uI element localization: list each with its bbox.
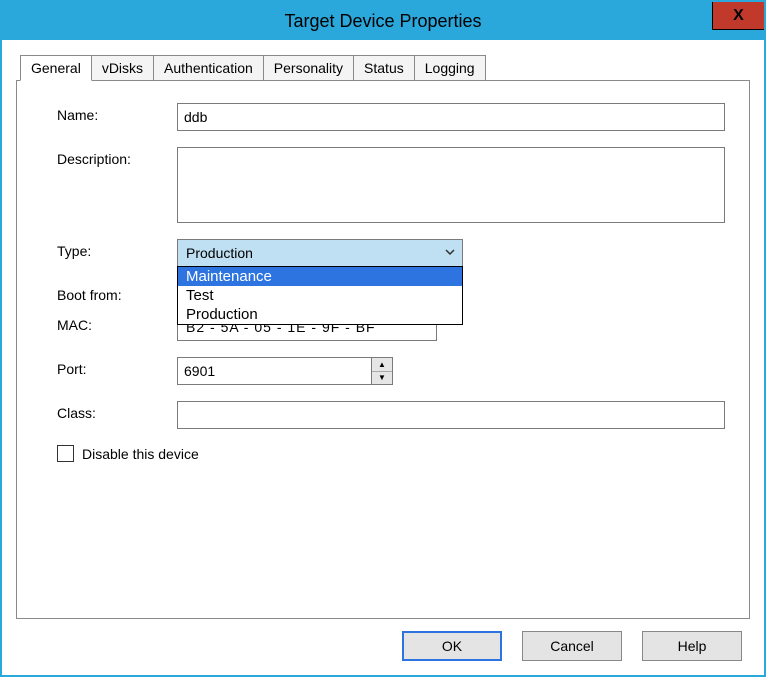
tab-strip: General vDisks Authentication Personalit…: [20, 55, 750, 81]
tab-authentication[interactable]: Authentication: [154, 55, 264, 81]
label-mac: MAC:: [57, 313, 177, 333]
port-input[interactable]: [177, 357, 372, 385]
port-spinner: ▲ ▼: [177, 357, 309, 385]
name-input[interactable]: [177, 103, 725, 131]
label-disable: Disable this device: [82, 446, 199, 462]
port-spin-up[interactable]: ▲: [372, 358, 392, 372]
label-name: Name:: [57, 103, 177, 123]
help-button[interactable]: Help: [642, 631, 742, 661]
spin-up-icon: ▲: [378, 360, 386, 369]
label-type: Type:: [57, 239, 177, 259]
tab-panel-general: Name: Description: Type: Production: [16, 80, 750, 619]
titlebar: Target Device Properties X: [2, 2, 764, 40]
label-class: Class:: [57, 401, 177, 421]
label-boot-from: Boot from:: [57, 283, 177, 303]
type-combobox[interactable]: Production: [177, 239, 463, 267]
client-area: General vDisks Authentication Personalit…: [2, 40, 764, 675]
description-input[interactable]: [177, 147, 725, 223]
port-spin-down[interactable]: ▼: [372, 372, 392, 385]
type-option-test[interactable]: Test: [178, 286, 462, 305]
ok-button[interactable]: OK: [402, 631, 502, 661]
window-title: Target Device Properties: [2, 11, 764, 32]
disable-checkbox[interactable]: [57, 445, 74, 462]
type-option-production[interactable]: Production: [178, 305, 462, 324]
tab-status[interactable]: Status: [354, 55, 415, 81]
type-option-maintenance[interactable]: Maintenance: [178, 267, 462, 286]
label-description: Description:: [57, 147, 177, 167]
close-button[interactable]: X: [712, 2, 764, 30]
cancel-button[interactable]: Cancel: [522, 631, 622, 661]
dialog-button-row: OK Cancel Help: [16, 619, 750, 665]
chevron-down-icon: [444, 246, 456, 261]
dialog-window: Target Device Properties X General vDisk…: [0, 0, 766, 677]
close-icon: X: [733, 7, 744, 25]
label-port: Port:: [57, 357, 177, 377]
type-dropdown-list: Maintenance Test Production: [177, 266, 463, 325]
class-input[interactable]: [177, 401, 725, 429]
tab-general[interactable]: General: [20, 55, 92, 81]
spin-down-icon: ▼: [378, 373, 386, 382]
type-selected-value: Production: [186, 245, 253, 261]
tab-vdisks[interactable]: vDisks: [92, 55, 154, 81]
tab-personality[interactable]: Personality: [264, 55, 354, 81]
tab-logging[interactable]: Logging: [415, 55, 486, 81]
